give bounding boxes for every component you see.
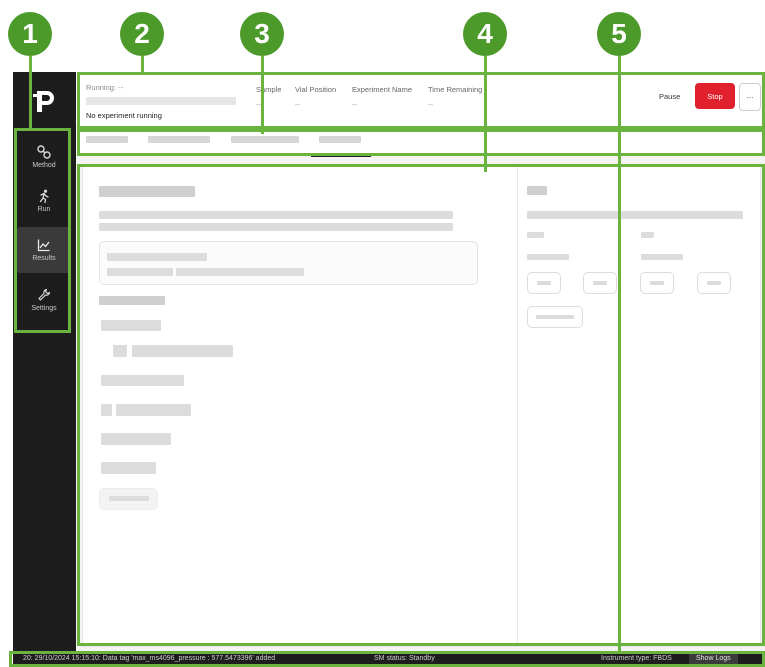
callout-marker-4: 4 [463, 12, 507, 56]
highlight-box-5 [9, 651, 765, 667]
callout-leader-4 [484, 56, 487, 172]
p-logo-icon [33, 91, 54, 112]
highlight-box-1 [14, 128, 71, 333]
callout-marker-3: 3 [240, 12, 284, 56]
callout-marker-5: 5 [597, 12, 641, 56]
callout-leader-5 [618, 56, 621, 654]
callout-leader-1 [29, 56, 32, 130]
highlight-box-3 [77, 129, 765, 156]
callout-leader-3 [261, 56, 264, 134]
highlight-box-4 [77, 164, 765, 646]
callout-marker-2: 2 [120, 12, 164, 56]
highlight-box-2 [77, 72, 765, 129]
callout-leader-2 [141, 56, 144, 75]
callout-marker-1: 1 [8, 12, 52, 56]
